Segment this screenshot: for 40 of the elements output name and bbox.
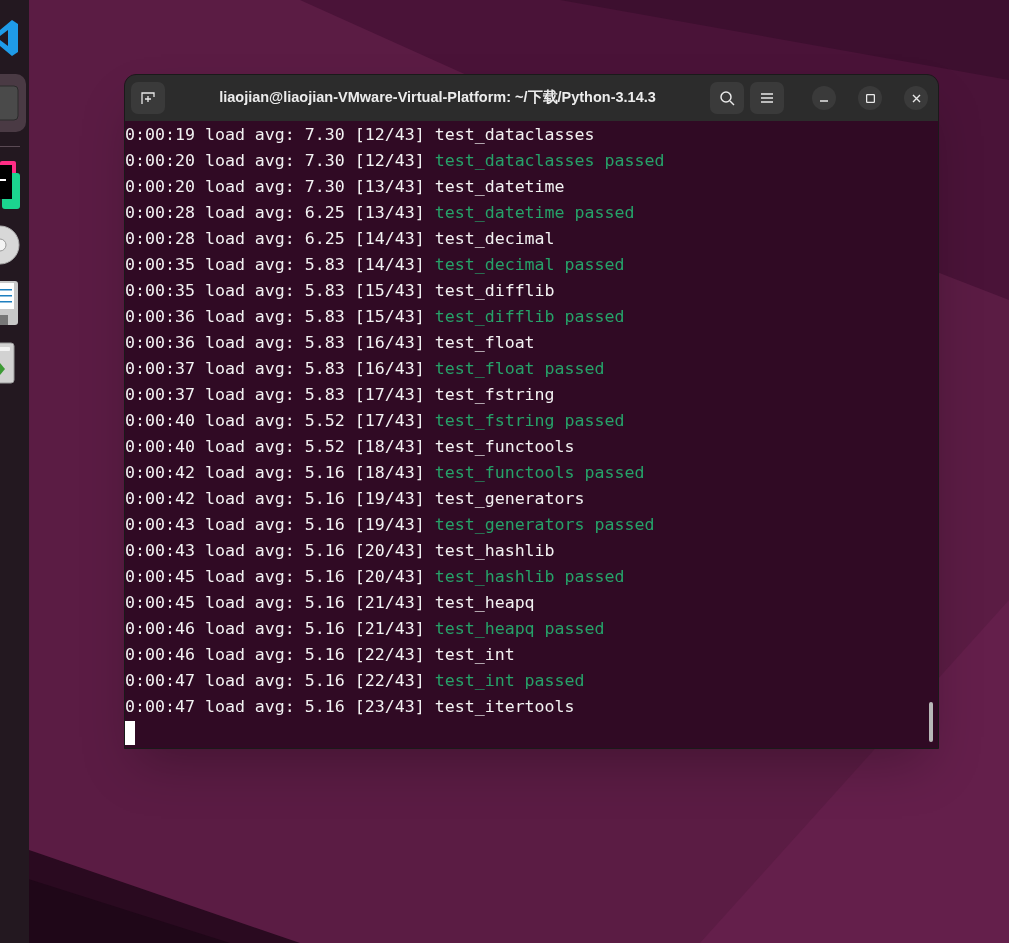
terminal-line: 0:00:19 load avg: 7.30 [12/43] test_dataclasses (125, 124, 595, 146)
terminal-line: 0:00:20 load avg: 7.30 [13/43] test_datetime (125, 176, 565, 198)
terminal-line: 0:00:47 load avg: 5.16 [23/43] test_itertools (125, 696, 575, 718)
terminal-line: 0:00:42 load avg: 5.16 [19/43] test_generators (125, 488, 585, 510)
terminal-line: 0:00:35 load avg: 5.83 [14/43] test_decimal passed (125, 254, 625, 276)
minimize-button[interactable] (812, 86, 836, 110)
terminal-line: 0:00:37 load avg: 5.83 [17/43] test_fstring (125, 384, 555, 406)
terminal-line: 0:00:45 load avg: 5.16 [20/43] test_hashlib passed (125, 566, 625, 588)
terminal-line: 0:00:43 load avg: 5.16 [19/43] test_generators passed (125, 514, 655, 536)
window-title: liaojian@liaojian-VMware-Virtual-Platform: ~/下载/Python-3.14.3 (219, 88, 656, 108)
terminal-line: 0:00:46 load avg: 5.16 [22/43] test_int (125, 644, 515, 666)
menu-icon (760, 92, 774, 104)
new-tab-button[interactable] (131, 82, 165, 114)
terminal-line: 0:00:20 load avg: 7.30 [12/43] test_dataclasses passed (125, 150, 665, 172)
terminal-line: 0:00:37 load avg: 5.83 [16/43] test_float passed (125, 358, 605, 380)
maximize-button[interactable] (858, 86, 882, 110)
document-icon[interactable] (0, 281, 20, 327)
search-icon (719, 90, 735, 106)
terminal-line: 0:00:40 load avg: 5.52 [17/43] test_fstring passed (125, 410, 625, 432)
terminal-line: 0:00:40 load avg: 5.52 [18/43] test_functools (125, 436, 575, 458)
terminal-line: 0:00:36 load avg: 5.83 [16/43] test_float (125, 332, 535, 354)
ide-icon[interactable] (0, 161, 20, 209)
search-button[interactable] (710, 82, 744, 114)
terminal-line: 0:00:47 load avg: 5.16 [22/43] test_int passed (125, 670, 585, 692)
terminal-line: 0:00:42 load avg: 5.16 [18/43] test_functools passed (125, 462, 645, 484)
trash-icon[interactable] (0, 341, 16, 385)
terminal-line: 0:00:35 load avg: 5.83 [15/43] test_difflib (125, 280, 555, 302)
terminal-line: 0:00:45 load avg: 5.16 [21/43] test_heapq (125, 592, 535, 614)
menu-button[interactable] (750, 82, 784, 114)
terminal-line: 0:00:36 load avg: 5.83 [15/43] test_difflib passed (125, 306, 625, 328)
terminal-line: 0:00:28 load avg: 6.25 [13/43] test_datetime passed (125, 202, 635, 224)
close-button[interactable] (904, 86, 928, 110)
terminal-line: 0:00:28 load avg: 6.25 [14/43] test_decimal (125, 228, 555, 250)
new-tab-icon (140, 90, 156, 106)
text-cursor (125, 721, 135, 745)
terminal-line: 0:00:46 load avg: 5.16 [21/43] test_heapq passed (125, 618, 605, 640)
terminal-line: 0:00:43 load avg: 5.16 [20/43] test_hashlib (125, 540, 555, 562)
close-icon (911, 93, 921, 103)
maximize-icon (865, 93, 875, 103)
scrollbar-thumb[interactable] (929, 702, 933, 742)
